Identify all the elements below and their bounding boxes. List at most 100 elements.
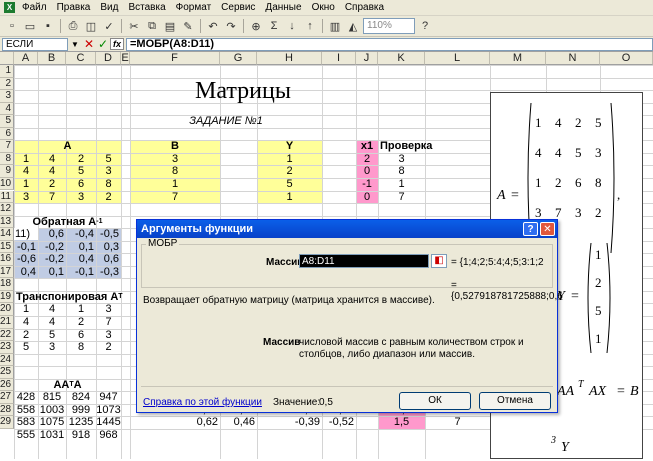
header-a[interactable]: A (14, 140, 121, 152)
row-header-24[interactable]: 24 (0, 353, 14, 367)
vector-x1-cell[interactable]: 0 (356, 165, 378, 177)
vector-b-cell[interactable]: 8 (130, 165, 220, 177)
column-header-I[interactable]: I (322, 52, 356, 65)
column-header-L[interactable]: L (425, 52, 490, 65)
inverse-cell[interactable]: 0,1 (66, 241, 96, 253)
right-check-cell[interactable]: 7 (425, 416, 490, 428)
row-header-7[interactable]: 7 (0, 140, 14, 153)
row-header-6[interactable]: 6 (0, 127, 14, 141)
matrix-a-cell[interactable]: 5 (96, 153, 121, 165)
inverse-cell[interactable]: -0,2 (38, 241, 66, 253)
vector-y-cell[interactable]: 1 (257, 191, 322, 203)
menu-view[interactable]: Вид (95, 2, 123, 13)
inverse-cell[interactable]: 0,4 (66, 253, 96, 265)
menu-format[interactable]: Формат (171, 2, 217, 13)
aat-cell[interactable]: 918 (66, 429, 96, 441)
enter-icon[interactable]: ✓ (96, 37, 110, 51)
row-header-16[interactable]: 16 (0, 253, 14, 266)
column-header-H[interactable]: H (257, 52, 322, 65)
inverse-cell[interactable]: -0,6 (14, 253, 38, 265)
collapse-dialog-icon[interactable]: ◧ (431, 254, 447, 268)
matrix-a-cell[interactable]: 3 (96, 165, 121, 177)
vector-x1-cell[interactable]: 0 (356, 191, 378, 203)
aat-cell[interactable]: 999 (66, 404, 96, 416)
close-icon[interactable]: ✕ (540, 222, 555, 236)
transpose-cell[interactable]: 4 (38, 303, 66, 315)
vector-x1-cell[interactable]: 2 (356, 153, 378, 165)
menu-file[interactable]: Файл (17, 2, 52, 13)
matrix-a-cell[interactable]: 6 (66, 178, 96, 190)
aat-cell[interactable]: 1003 (38, 404, 66, 416)
row-header-18[interactable]: 18 (0, 278, 14, 291)
right-block-cell[interactable]: -0,52 (322, 416, 356, 428)
sort-asc-icon[interactable]: ↓ (284, 18, 300, 34)
cancel-button[interactable]: Отмена (479, 392, 551, 410)
cut-icon[interactable]: ✂ (126, 18, 142, 34)
transpose-label[interactable]: Транспонировая AT (14, 291, 130, 303)
matrix-a-cell[interactable]: 1 (14, 153, 38, 165)
sheet-title[interactable]: Матрицы (130, 78, 356, 104)
inverse-cell[interactable]: 0,1 (38, 266, 66, 278)
row-header-17[interactable]: 17 (0, 265, 14, 279)
vector-b-cell[interactable]: 1 (130, 178, 220, 190)
check-cell[interactable]: 8 (378, 165, 425, 177)
matrix-a-cell[interactable]: 2 (66, 153, 96, 165)
row-header-25[interactable]: 25 (0, 366, 14, 379)
matrix-a-cell[interactable]: 5 (66, 165, 96, 177)
vector-b-cell[interactable]: 7 (130, 191, 220, 203)
inverse-cell[interactable]: -0,5 (96, 228, 121, 240)
row-header-22[interactable]: 22 (0, 328, 14, 342)
check-cell[interactable]: 3 (378, 153, 425, 165)
drawing-icon[interactable]: ◭ (345, 18, 361, 34)
transpose-cell[interactable]: 3 (96, 303, 121, 315)
transpose-cell[interactable]: 7 (96, 316, 121, 328)
row-header-1[interactable]: 1 (0, 65, 14, 78)
transpose-cell[interactable]: 5 (38, 329, 66, 341)
matrix-a-cell[interactable]: 4 (38, 153, 66, 165)
paste-icon[interactable]: ▤ (162, 18, 178, 34)
right-x-cell[interactable]: 1,5 (378, 416, 425, 428)
spelling-icon[interactable]: ✓ (101, 18, 117, 34)
transpose-cell[interactable]: 3 (96, 329, 121, 341)
aat-cell[interactable]: 1031 (38, 429, 66, 441)
inverse-cell[interactable]: 11) (14, 228, 38, 241)
column-header-A[interactable]: A (14, 52, 38, 65)
column-header-D[interactable]: D (96, 52, 121, 65)
menu-help[interactable]: Справка (340, 2, 389, 13)
aat-label[interactable]: AATA (14, 379, 121, 391)
column-header-M[interactable]: M (490, 52, 546, 65)
inverse-cell[interactable]: 0,6 (38, 228, 66, 240)
redo-icon[interactable]: ↷ (223, 18, 239, 34)
row-header-2[interactable]: 2 (0, 77, 14, 91)
inverse-cell[interactable]: 0,4 (14, 266, 38, 278)
aat-cell[interactable]: 583 (14, 416, 38, 428)
print-icon[interactable]: ⎙ (65, 18, 81, 34)
name-box-dropdown-icon[interactable]: ▼ (68, 40, 82, 49)
transpose-cell[interactable]: 4 (14, 316, 38, 328)
menu-tools[interactable]: Сервис (216, 2, 260, 13)
row-header-21[interactable]: 21 (0, 316, 14, 329)
column-header-C[interactable]: C (66, 52, 96, 65)
transpose-cell[interactable]: 2 (96, 341, 121, 353)
row-header-15[interactable]: 15 (0, 240, 14, 254)
right-block-cell[interactable]: -0,39 (257, 416, 322, 428)
row-header-4[interactable]: 4 (0, 102, 14, 116)
format-painter-icon[interactable]: ✎ (180, 18, 196, 34)
transpose-cell[interactable]: 2 (14, 329, 38, 341)
column-header-G[interactable]: G (220, 52, 257, 65)
right-block-cell[interactable]: 0,62 (130, 416, 220, 428)
row-header-29[interactable]: 29 (0, 416, 14, 429)
aat-cell[interactable]: 428 (14, 391, 38, 403)
transpose-cell[interactable]: 5 (14, 341, 38, 353)
matrix-a-cell[interactable]: 3 (66, 191, 96, 203)
vector-x1-cell[interactable]: -1 (356, 178, 378, 190)
aat-cell[interactable]: 968 (96, 429, 121, 441)
header-b[interactable]: B (130, 140, 220, 152)
check-cell[interactable]: 7 (378, 191, 425, 203)
menu-data[interactable]: Данные (260, 2, 306, 13)
transpose-cell[interactable]: 8 (66, 341, 96, 353)
row-header-19[interactable]: 19 (0, 290, 14, 304)
matrix-a-cell[interactable]: 3 (14, 191, 38, 203)
row-header-20[interactable]: 20 (0, 303, 14, 316)
matrix-a-cell[interactable]: 8 (96, 178, 121, 190)
